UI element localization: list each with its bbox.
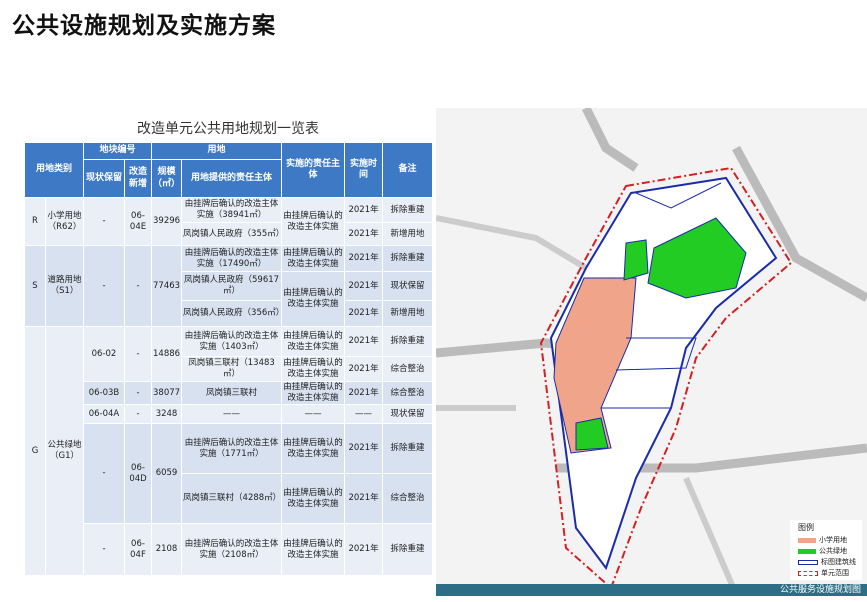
table-cell: 06-04D (124, 423, 152, 524)
table-cell: —— (181, 404, 283, 424)
table-cell: 由挂牌后确认的改造主体实施 (281, 423, 346, 474)
table-cell: 由挂牌后确认的改造主体实施（1403㎡） (181, 326, 283, 357)
table-cell: 现状保留 (382, 271, 434, 301)
table-cell: 2021年 (344, 222, 384, 246)
table-cell: 凤岗镇三联村（13483㎡） (181, 356, 283, 382)
header-note: 备注 (382, 142, 434, 198)
table-cell: - (124, 404, 152, 424)
header-land: 用地 (150, 142, 283, 160)
cat-name-g: 公共绿地 （G1） (45, 326, 84, 576)
table-cell: 综合整治 (382, 473, 434, 524)
table-cell: 凤岗镇三联村（4288㎡） (181, 473, 283, 524)
table-cell: 由挂牌后确认的改造主体实施（1771㎡） (181, 423, 283, 474)
table-cell: 现状保留 (382, 404, 434, 424)
header-status-keep: 现状保留 (83, 159, 125, 198)
map-legend: 图例 小学用地 公共绿地 标图建筑线 单元范围 (790, 520, 862, 580)
table-cell: —— (344, 404, 384, 424)
table-cell: 06-03B (83, 381, 125, 405)
header-impl-body: 实施的责任主体 (281, 142, 346, 198)
table-cell: 由挂牌后确认的改造主体实施 (281, 245, 346, 272)
table-cell: 由挂牌后确认的改造主体实施 (281, 326, 346, 357)
table-cell: 由挂牌后确认的改造主体实施 (281, 197, 346, 246)
table-cell: 凤岗镇人民政府（356㎡） (181, 300, 283, 327)
table-cell: 2021年 (344, 423, 384, 474)
public-land-table: 用地类别 地块编号 用地 实施的责任主体 实施时间 备注 现状保留 改造新增 规… (24, 142, 434, 576)
table-cell: 06-04E (124, 197, 152, 246)
legend-item-school: 小学用地 (798, 536, 847, 544)
table-cell: 2021年 (344, 473, 384, 524)
table-cell: 由挂牌后确认的改造主体实施 (281, 523, 346, 576)
page-title: 公共设施规划及实施方案 (12, 13, 276, 39)
table-cell: 2021年 (344, 356, 384, 382)
table-cell: - (83, 197, 125, 246)
table-cell: 新增用地 (382, 300, 434, 327)
legend-item-unit: 单元范围 (798, 569, 849, 577)
header-area: 规模（㎡） (150, 159, 183, 198)
table-cell: 2021年 (344, 381, 384, 405)
table-cell: 39296 (150, 197, 183, 246)
map-footer: 公共服务设施规划图 (436, 584, 867, 596)
table-cell: 综合整治 (382, 381, 434, 405)
table-caption: 改造单元公共用地规划一览表 (137, 121, 319, 137)
table-cell: 06-02 (83, 326, 125, 382)
header-new-build: 改造新增 (124, 159, 152, 198)
table-cell: 由挂牌后确认的改造主体实施 (281, 271, 346, 327)
table-cell: 拆除重建 (382, 245, 434, 272)
table-cell: 2108 (150, 523, 183, 576)
table-cell: - (124, 381, 152, 405)
table-cell: 2021年 (344, 300, 384, 327)
table-cell: 拆除重建 (382, 197, 434, 223)
cat-code-g: G (24, 326, 46, 576)
cat-name-s: 道路用地 （S1） (45, 245, 84, 327)
cat-code-s: S (24, 245, 46, 327)
table-cell: 凤岗镇人民政府（355㎡） (181, 222, 283, 246)
table-cell: 2021年 (344, 197, 384, 223)
legend-item-green: 公共绿地 (798, 547, 847, 555)
table-cell: 由挂牌后确认的改造主体实施（17490㎡） (181, 245, 283, 272)
table-cell: 06-04A (83, 404, 125, 424)
table-cell: 38077 (150, 381, 183, 405)
table-cell: 由挂牌后确认的改造主体实施（38941㎡） (181, 197, 283, 223)
table-cell: 由挂牌后确认的改造主体实施 (281, 381, 346, 405)
table-cell: 由挂牌后确认的改造主体实施 (281, 356, 346, 382)
table-cell: 2021年 (344, 326, 384, 357)
table-cell: 77463 (150, 245, 183, 327)
table-cell: 拆除重建 (382, 523, 434, 576)
table-cell: 14886 (150, 326, 183, 382)
table-cell: - (124, 326, 152, 382)
table-cell: 拆除重建 (382, 423, 434, 474)
table-cell: 2021年 (344, 271, 384, 301)
table-cell: 6059 (150, 423, 183, 524)
table-cell: 凤岗镇人民政府（59617㎡） (181, 271, 283, 301)
table-cell: - (83, 245, 125, 327)
header-category: 用地类别 (24, 142, 84, 198)
cat-name-r: 小学用地 （R62） (45, 197, 84, 246)
header-plot-code: 地块编号 (83, 142, 152, 160)
header-impl-time: 实施时间 (344, 142, 384, 198)
table-cell: 由挂牌后确认的改造主体实施（2108㎡） (181, 523, 283, 576)
table-cell: - (124, 245, 152, 327)
legend-item-building-line: 标图建筑线 (798, 558, 856, 566)
table-cell: 凤岗镇三联村 (181, 381, 283, 405)
legend-title: 图例 (798, 523, 814, 532)
table-cell: 06-04F (124, 523, 152, 576)
table-cell: —— (281, 404, 346, 424)
table-cell: 2021年 (344, 245, 384, 272)
table-cell: 拆除重建 (382, 326, 434, 357)
cat-code-r: R (24, 197, 46, 246)
table-cell: 综合整治 (382, 356, 434, 382)
table-cell: 3248 (150, 404, 183, 424)
table-cell: 2021年 (344, 523, 384, 576)
table-cell: - (83, 523, 125, 576)
table-cell: - (83, 423, 125, 524)
header-provider: 用地提供的责任主体 (181, 159, 283, 198)
table-cell: 由挂牌后确认的改造主体实施 (281, 473, 346, 524)
table-cell: 新增用地 (382, 222, 434, 246)
